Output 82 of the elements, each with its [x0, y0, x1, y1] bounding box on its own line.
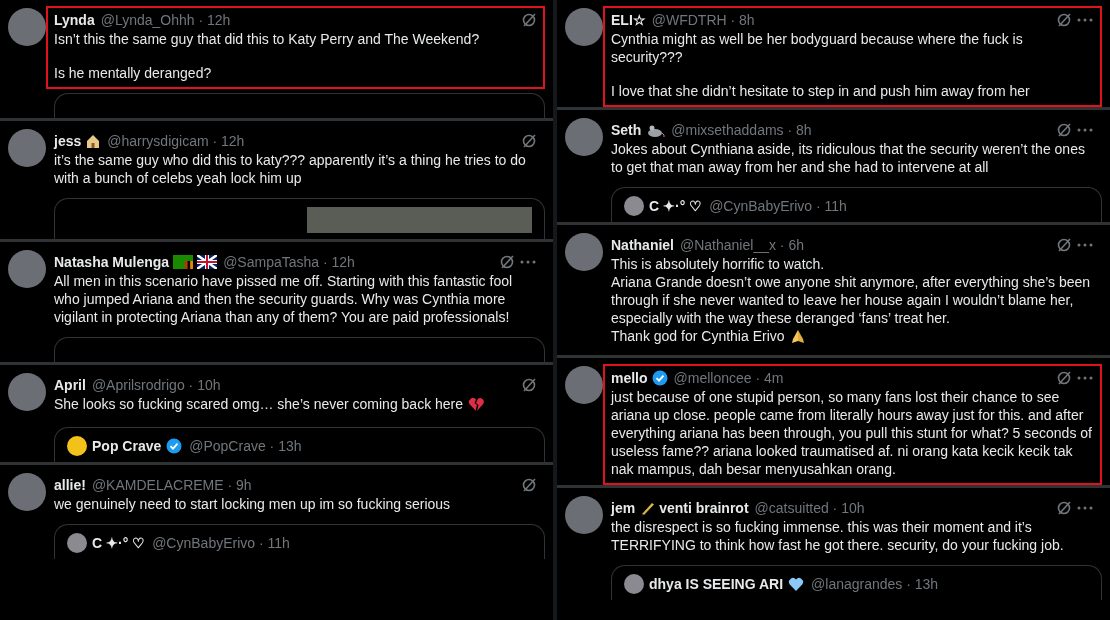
post-text: just because of one stupid person, so many fans lost their chance to see ariana up close. people came from literally hours away just for this. and after everything ariana has been through, you pull this stunt for what? 5 seconds of useless fame?? ariana looked traumatised af. ni orang kata kecik kecik tak nak mampus, dah besar menyusahkan orang.	[611, 388, 1093, 478]
post-text: I love that she didn’t hesitate to step in and push him away from her	[611, 82, 1030, 100]
slashed-circle-icon	[521, 12, 537, 28]
post-text: She looks so fucking scared omg… she’s never coming back here	[54, 395, 464, 413]
post-text: it’s the same guy who did this to katy??? apparently it’s a thing he tries to do with a bunch of celebs yeah lock him up	[54, 151, 527, 187]
post-text: Thank god for Cynthia Erivo	[611, 327, 785, 345]
verified-icon	[166, 438, 183, 454]
author-name[interactable]: dhya IS SEEING ARI	[649, 576, 784, 592]
heart-icon	[788, 576, 805, 592]
avatar[interactable]	[8, 250, 46, 288]
house-icon	[85, 133, 102, 149]
post-text: Isn’t this the same guy that did this to Katy Perry and The Weekend?	[54, 30, 480, 48]
slashed-circle-icon	[1056, 500, 1072, 516]
author-name[interactable]: allie!	[54, 477, 86, 493]
handle-and-time: @WFDTRH · 8h	[651, 12, 755, 28]
handle-and-time: @SampaTasha · 12h	[223, 254, 355, 270]
avatar[interactable]	[565, 8, 603, 46]
handle-and-time: @PopCrave · 13h	[189, 438, 302, 454]
quoted-post-card[interactable]: Pop Crave @PopCrave · 13h	[54, 427, 545, 462]
quoted-post-card[interactable]: C ✦·° ♡ @CynBabyErivo · 11h	[54, 524, 545, 559]
flag-icon	[197, 255, 218, 269]
author-name[interactable]: venti brainrot	[659, 500, 749, 516]
verified-icon	[651, 370, 668, 386]
author-name[interactable]: C ✦·° ♡	[649, 198, 703, 214]
slashed-circle-icon	[1056, 12, 1072, 28]
praying-hands-icon	[789, 328, 806, 344]
avatar[interactable]	[8, 129, 46, 167]
avatar[interactable]	[8, 373, 46, 411]
handle-and-time: @Nathaniel__x · 6h	[680, 237, 804, 253]
handle-and-time: @lanagrandes · 13h	[811, 576, 939, 592]
pen-icon	[639, 500, 656, 516]
slashed-circle-icon	[1056, 370, 1072, 386]
slashed-circle-icon	[1056, 122, 1072, 138]
avatar[interactable]	[8, 473, 46, 511]
handle-and-time: @KAMDELACREME · 9h	[91, 477, 252, 493]
slashed-circle-icon	[521, 477, 537, 493]
avatar	[624, 574, 644, 594]
avatar[interactable]	[565, 496, 603, 534]
post-text: Jokes about Cynthiana aside, its ridiculous that the security weren’t the ones to get that man away from her and she had to intervene at all	[611, 140, 1086, 176]
avatar[interactable]	[8, 8, 46, 46]
broken-heart-icon	[468, 396, 485, 412]
mouse-icon	[645, 123, 666, 137]
author-name[interactable]: ELI☆	[611, 12, 646, 28]
post-text: Is he mentally deranged?	[54, 64, 212, 82]
handle-and-time: @CynBabyErivo · 11h	[152, 535, 290, 551]
slashed-circle-icon	[499, 254, 515, 270]
handle-and-time: @mixsethaddams · 8h	[671, 122, 812, 138]
slashed-circle-icon	[521, 133, 537, 149]
avatar[interactable]	[565, 233, 603, 271]
author-name[interactable]: Seth	[611, 122, 642, 138]
quoted-post-card[interactable]: C ✦·° ♡ @CynBabyErivo · 11h	[611, 187, 1102, 222]
handle-and-time: @catsuitted · 10h	[754, 500, 865, 516]
handle-and-time: @Aprilsrodrigo · 10h	[91, 377, 221, 393]
author-name[interactable]: Nathaniel	[611, 237, 674, 253]
avatar[interactable]	[565, 118, 603, 156]
author-name[interactable]: Pop Crave	[92, 438, 162, 454]
handle-and-time: @Lynda_Ohhh · 12h	[100, 12, 231, 28]
author-name[interactable]: Lynda	[54, 12, 95, 28]
quoted-post-card[interactable]: dhya IS SEEING ARI @lanagrandes · 13h	[611, 565, 1102, 600]
logo-icon	[67, 436, 87, 456]
author-name[interactable]: mello	[611, 370, 648, 386]
avatar	[624, 196, 644, 216]
avatar[interactable]	[565, 366, 603, 404]
post-text: This is absolutely horrific to watch.	[611, 255, 825, 273]
post-text: All men in this scenario have pissed me off. Starting with this fantastic fool who jumped Ariana and then the security guards. Why was Cynthia more vigilant in protecting Ariana than any of them? You are paid professionals!	[54, 272, 514, 326]
post-text: Cynthia might as well be her bodyguard because where the fuck is security???	[611, 30, 1024, 66]
handle-and-time: @CynBabyErivo · 11h	[709, 198, 847, 214]
author-name[interactable]: jem	[611, 500, 636, 516]
author-name[interactable]: C ✦·° ♡	[92, 535, 146, 551]
handle-and-time: @harrysdigicam · 12h	[107, 133, 245, 149]
handle-and-time: @melloncee · 4m	[673, 370, 784, 386]
author-name[interactable]: April	[54, 377, 86, 393]
slashed-circle-icon	[521, 377, 537, 393]
post-text: we genuinely need to start locking men up im so fucking serious	[54, 495, 451, 513]
post-text: the disrespect is so fucking immense. this was their moment and it’s TERRIFYING to think how fast he got there. security, do your fucking job.	[611, 518, 1065, 554]
slashed-circle-icon	[1056, 237, 1072, 253]
author-name[interactable]: Natasha Mulenga	[54, 254, 170, 270]
quoted-post-card[interactable]	[54, 198, 545, 239]
flag-icon	[173, 255, 194, 269]
author-name[interactable]: jess	[54, 133, 82, 149]
post-text: Ariana Grande doesn’t owe anyone shit anymore, after everything she’s been through if she never wanted to leave her house again I wouldn’t blame her, especially with the way these deranged ‘fans’ treat her.	[611, 273, 1092, 327]
avatar	[67, 533, 87, 553]
